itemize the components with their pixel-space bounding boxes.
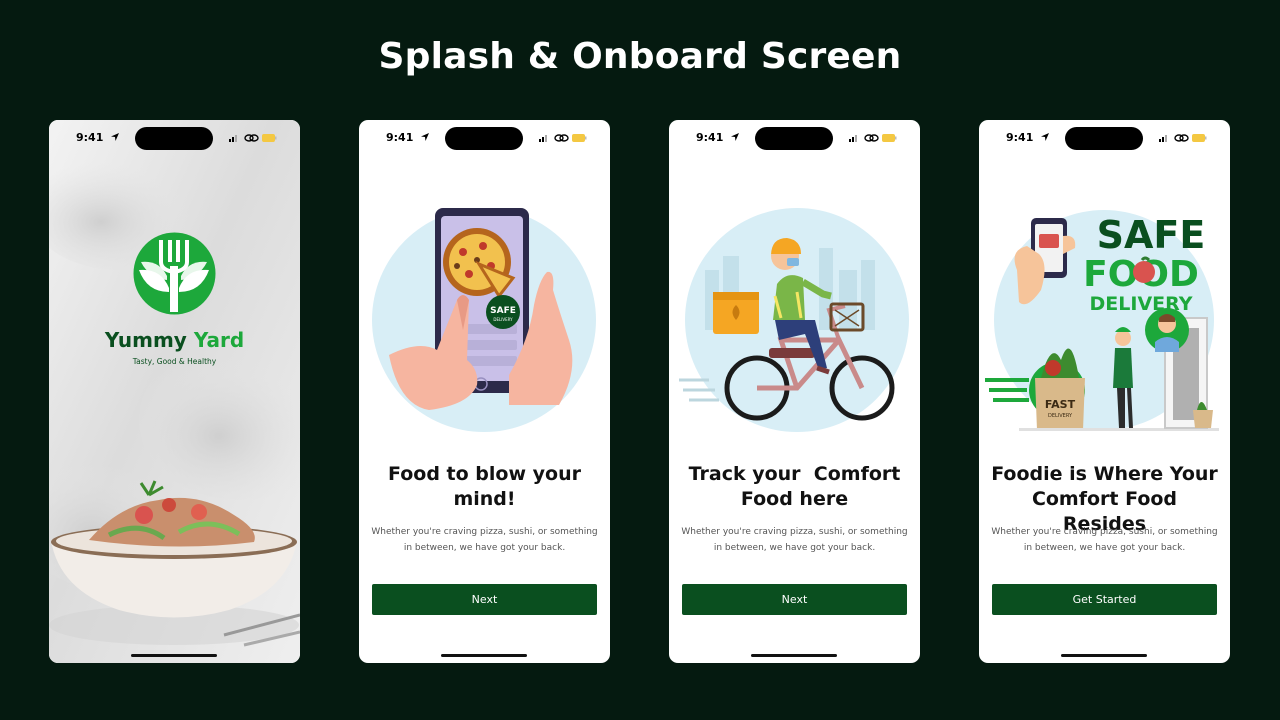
- battery-icon: [882, 134, 897, 142]
- brand-name: Yummy Yard: [49, 328, 300, 352]
- brand-name-first: Yummy: [104, 328, 187, 352]
- link-icon: [244, 134, 259, 142]
- status-icons: [849, 134, 897, 142]
- onboard-screen-3: 9:41 SAFE FOOD DELIVERY FAST DELIVERY: [979, 120, 1230, 663]
- fast-bag-sub: DELIVERY: [1048, 413, 1073, 419]
- fork-leaf-logo-icon: [133, 232, 216, 315]
- status-icons: [229, 134, 277, 142]
- onboard-screen-2: 9:41 Track your Comfort Food here Whethe…: [669, 120, 920, 663]
- dynamic-island: [1065, 127, 1143, 150]
- signal-icon: [1159, 135, 1167, 142]
- bike-delivery-illustration: [679, 208, 909, 432]
- battery-icon: [262, 134, 277, 142]
- page-title: Splash & Onboard Screen: [378, 36, 902, 77]
- status-bar: 9:41: [669, 120, 920, 156]
- safe-badge-text: SAFE: [490, 306, 516, 316]
- onboard-description: Whether you're craving pizza, sushi, or …: [681, 527, 908, 553]
- home-indicator[interactable]: [441, 654, 527, 657]
- home-indicator[interactable]: [131, 654, 217, 657]
- status-icons: [1159, 134, 1207, 142]
- location-arrow-icon: [1041, 133, 1049, 141]
- dynamic-island: [135, 127, 213, 150]
- splash-screen: 9:41 Yummy Yard Tasty, Good & Healthy: [49, 120, 300, 663]
- get-started-button[interactable]: Get Started: [992, 584, 1217, 615]
- location-arrow-icon: [111, 133, 119, 141]
- status-time: 9:41: [1006, 131, 1034, 144]
- battery-icon: [1192, 134, 1207, 142]
- fast-bag-text: FAST: [1045, 398, 1076, 411]
- brand-name-second: Yard: [193, 328, 245, 352]
- link-icon: [554, 134, 569, 142]
- safe-food-delivery-illustration: SAFE FOOD DELIVERY FAST DELIVERY: [985, 210, 1219, 431]
- status-bar: 9:41: [49, 120, 300, 156]
- status-time: 9:41: [696, 131, 724, 144]
- link-icon: [864, 134, 879, 142]
- status-time: 9:41: [76, 131, 104, 144]
- safe-badge-sub: DELIVERY: [493, 317, 513, 322]
- splash-background: [49, 120, 300, 663]
- brand-tagline: Tasty, Good & Healthy: [132, 357, 217, 366]
- signal-icon: [229, 135, 237, 142]
- onboard-description: Whether you're craving pizza, sushi, or …: [991, 527, 1218, 553]
- status-icons: [539, 134, 587, 142]
- status-time: 9:41: [386, 131, 414, 144]
- location-arrow-icon: [421, 133, 429, 141]
- signal-icon: [849, 135, 857, 142]
- onboard-title: Track your Comfort Food here: [688, 463, 907, 510]
- location-arrow-icon: [731, 133, 739, 141]
- next-button[interactable]: Next: [682, 584, 907, 615]
- onboard-screen-1: 9:41 SAFE DELIVERY Food to blow your min…: [359, 120, 610, 663]
- pizza-phone-illustration: SAFE DELIVERY: [372, 208, 596, 432]
- dynamic-island: [755, 127, 833, 150]
- signal-icon: [539, 135, 547, 142]
- home-indicator[interactable]: [751, 654, 837, 657]
- link-icon: [1174, 134, 1189, 142]
- status-bar: 9:41: [979, 120, 1230, 156]
- dynamic-island: [445, 127, 523, 150]
- battery-icon: [572, 134, 587, 142]
- onboard-title: Food to blow your mind!: [388, 463, 581, 510]
- status-bar: 9:41: [359, 120, 610, 156]
- headline-safe: SAFE: [1097, 213, 1206, 257]
- onboard-description: Whether you're craving pizza, sushi, or …: [371, 527, 598, 553]
- next-button[interactable]: Next: [372, 584, 597, 615]
- home-indicator[interactable]: [1061, 654, 1147, 657]
